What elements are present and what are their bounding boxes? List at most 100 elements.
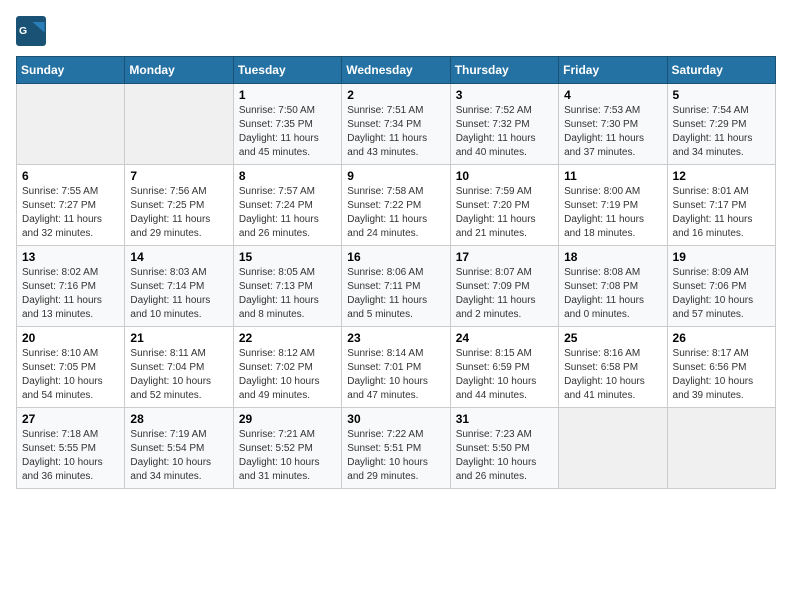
day-number: 2 — [347, 88, 444, 102]
calendar-cell: 29 Sunrise: 7:21 AM Sunset: 5:52 PM Dayli… — [233, 408, 341, 489]
calendar-cell: 3Sunrise: 7:52 AM Sunset: 7:32 PM Daylig… — [450, 84, 558, 165]
day-number: 17 — [456, 250, 553, 264]
day-content: Sunrise: 7:18 AM Sunset: 5:55 PM Dayligh… — [22, 428, 119, 484]
day-content: Sunrise: 8:17 AM Sunset: 6:56 PM Dayligh… — [673, 347, 770, 403]
day-content: Sunrise: 7:55 AM Sunset: 7:27 PM Dayligh… — [22, 185, 119, 241]
calendar-cell: 10Sunrise: 7:59 AM Sunset: 7:20 PM Dayli… — [450, 165, 558, 246]
calendar-table: Sunday Monday Tuesday Wednesday Thursday… — [16, 56, 776, 489]
col-monday: Monday — [125, 57, 233, 84]
page-header: G — [16, 16, 776, 46]
day-number: 30 — [347, 412, 444, 426]
day-content: Sunrise: 7:23 AM Sunset: 5:50 PM Dayligh… — [456, 428, 553, 484]
calendar-cell: 11 Sunrise: 8:00 AM Sunset: 7:19 PM Dayli… — [559, 165, 667, 246]
calendar-cell: 18 Sunrise: 8:08 AM Sunset: 7:08 PM Dayli… — [559, 246, 667, 327]
calendar-cell: 20Sunrise: 8:10 AM Sunset: 7:05 PM Dayli… — [17, 327, 125, 408]
calendar-cell — [667, 408, 775, 489]
day-content: Sunrise: 7:50 AM Sunset: 7:35 PM Dayligh… — [239, 104, 336, 160]
day-number: 27 — [22, 412, 119, 426]
calendar-cell: 9 Sunrise: 7:58 AM Sunset: 7:22 PM Daylig… — [342, 165, 450, 246]
calendar-cell: 4 Sunrise: 7:53 AM Sunset: 7:30 PM Daylig… — [559, 84, 667, 165]
day-content: Sunrise: 7:19 AM Sunset: 5:54 PM Dayligh… — [130, 428, 227, 484]
day-content: Sunrise: 8:08 AM Sunset: 7:08 PM Dayligh… — [564, 266, 661, 322]
day-number: 16 — [347, 250, 444, 264]
day-number: 15 — [239, 250, 336, 264]
calendar-week-row: 1Sunrise: 7:50 AM Sunset: 7:35 PM Daylig… — [17, 84, 776, 165]
calendar-cell: 19 Sunrise: 8:09 AM Sunset: 7:06 PM Dayli… — [667, 246, 775, 327]
day-content: Sunrise: 7:58 AM Sunset: 7:22 PM Dayligh… — [347, 185, 444, 241]
day-number: 23 — [347, 331, 444, 345]
logo-icon: G — [16, 16, 46, 46]
day-number: 4 — [564, 88, 661, 102]
calendar-cell: 17 Sunrise: 8:07 AM Sunset: 7:09 PM Dayli… — [450, 246, 558, 327]
calendar-cell: 30 Sunrise: 7:22 AM Sunset: 5:51 PM Dayli… — [342, 408, 450, 489]
day-content: Sunrise: 8:03 AM Sunset: 7:14 PM Dayligh… — [130, 266, 227, 322]
calendar-week-row: 20Sunrise: 8:10 AM Sunset: 7:05 PM Dayli… — [17, 327, 776, 408]
day-content: Sunrise: 8:01 AM Sunset: 7:17 PM Dayligh… — [673, 185, 770, 241]
day-number: 26 — [673, 331, 770, 345]
col-sunday: Sunday — [17, 57, 125, 84]
col-thursday: Thursday — [450, 57, 558, 84]
calendar-cell: 15 Sunrise: 8:05 AM Sunset: 7:13 PM Dayli… — [233, 246, 341, 327]
day-content: Sunrise: 7:21 AM Sunset: 5:52 PM Dayligh… — [239, 428, 336, 484]
calendar-cell — [559, 408, 667, 489]
day-number: 11 — [564, 169, 661, 183]
day-number: 6 — [22, 169, 119, 183]
day-number: 12 — [673, 169, 770, 183]
calendar-header-row: Sunday Monday Tuesday Wednesday Thursday… — [17, 57, 776, 84]
day-number: 10 — [456, 169, 553, 183]
calendar-cell: 22 Sunrise: 8:12 AM Sunset: 7:02 PM Dayli… — [233, 327, 341, 408]
day-content: Sunrise: 8:14 AM Sunset: 7:01 PM Dayligh… — [347, 347, 444, 403]
calendar-cell: 23 Sunrise: 8:14 AM Sunset: 7:01 PM Dayli… — [342, 327, 450, 408]
day-content: Sunrise: 8:16 AM Sunset: 6:58 PM Dayligh… — [564, 347, 661, 403]
col-friday: Friday — [559, 57, 667, 84]
calendar-cell: 7 Sunrise: 7:56 AM Sunset: 7:25 PM Daylig… — [125, 165, 233, 246]
calendar-cell: 5 Sunrise: 7:54 AM Sunset: 7:29 PM Daylig… — [667, 84, 775, 165]
day-content: Sunrise: 8:00 AM Sunset: 7:19 PM Dayligh… — [564, 185, 661, 241]
day-content: Sunrise: 8:15 AM Sunset: 6:59 PM Dayligh… — [456, 347, 553, 403]
day-content: Sunrise: 8:10 AM Sunset: 7:05 PM Dayligh… — [22, 347, 119, 403]
day-number: 29 — [239, 412, 336, 426]
col-tuesday: Tuesday — [233, 57, 341, 84]
col-wednesday: Wednesday — [342, 57, 450, 84]
calendar-cell: 27 Sunrise: 7:18 AM Sunset: 5:55 PM Dayli… — [17, 408, 125, 489]
day-number: 13 — [22, 250, 119, 264]
calendar-week-row: 13Sunrise: 8:02 AM Sunset: 7:16 PM Dayli… — [17, 246, 776, 327]
calendar-week-row: 27 Sunrise: 7:18 AM Sunset: 5:55 PM Dayli… — [17, 408, 776, 489]
day-content: Sunrise: 7:51 AM Sunset: 7:34 PM Dayligh… — [347, 104, 444, 160]
calendar-cell — [125, 84, 233, 165]
calendar-cell: 12 Sunrise: 8:01 AM Sunset: 7:17 PM Dayli… — [667, 165, 775, 246]
day-content: Sunrise: 8:06 AM Sunset: 7:11 PM Dayligh… — [347, 266, 444, 322]
day-content: Sunrise: 7:52 AM Sunset: 7:32 PM Dayligh… — [456, 104, 553, 160]
day-content: Sunrise: 7:56 AM Sunset: 7:25 PM Dayligh… — [130, 185, 227, 241]
col-saturday: Saturday — [667, 57, 775, 84]
day-content: Sunrise: 8:07 AM Sunset: 7:09 PM Dayligh… — [456, 266, 553, 322]
calendar-cell: 14Sunrise: 8:03 AM Sunset: 7:14 PM Dayli… — [125, 246, 233, 327]
day-content: Sunrise: 7:57 AM Sunset: 7:24 PM Dayligh… — [239, 185, 336, 241]
day-content: Sunrise: 7:53 AM Sunset: 7:30 PM Dayligh… — [564, 104, 661, 160]
calendar-cell: 24Sunrise: 8:15 AM Sunset: 6:59 PM Dayli… — [450, 327, 558, 408]
calendar-cell — [17, 84, 125, 165]
day-content: Sunrise: 7:22 AM Sunset: 5:51 PM Dayligh… — [347, 428, 444, 484]
calendar-cell: 26 Sunrise: 8:17 AM Sunset: 6:56 PM Dayli… — [667, 327, 775, 408]
day-number: 28 — [130, 412, 227, 426]
calendar-cell: 2 Sunrise: 7:51 AM Sunset: 7:34 PM Daylig… — [342, 84, 450, 165]
day-number: 22 — [239, 331, 336, 345]
day-number: 7 — [130, 169, 227, 183]
day-content: Sunrise: 8:05 AM Sunset: 7:13 PM Dayligh… — [239, 266, 336, 322]
calendar-cell: 21Sunrise: 8:11 AM Sunset: 7:04 PM Dayli… — [125, 327, 233, 408]
day-content: Sunrise: 7:54 AM Sunset: 7:29 PM Dayligh… — [673, 104, 770, 160]
day-number: 9 — [347, 169, 444, 183]
day-number: 5 — [673, 88, 770, 102]
calendar-cell: 6 Sunrise: 7:55 AM Sunset: 7:27 PM Daylig… — [17, 165, 125, 246]
day-content: Sunrise: 8:11 AM Sunset: 7:04 PM Dayligh… — [130, 347, 227, 403]
svg-text:G: G — [19, 25, 27, 37]
calendar-body: 1Sunrise: 7:50 AM Sunset: 7:35 PM Daylig… — [17, 84, 776, 489]
day-number: 31 — [456, 412, 553, 426]
day-number: 19 — [673, 250, 770, 264]
calendar-week-row: 6 Sunrise: 7:55 AM Sunset: 7:27 PM Daylig… — [17, 165, 776, 246]
calendar-cell: 16 Sunrise: 8:06 AM Sunset: 7:11 PM Dayli… — [342, 246, 450, 327]
calendar-cell: 28 Sunrise: 7:19 AM Sunset: 5:54 PM Dayli… — [125, 408, 233, 489]
day-number: 18 — [564, 250, 661, 264]
day-content: Sunrise: 8:09 AM Sunset: 7:06 PM Dayligh… — [673, 266, 770, 322]
day-content: Sunrise: 8:12 AM Sunset: 7:02 PM Dayligh… — [239, 347, 336, 403]
